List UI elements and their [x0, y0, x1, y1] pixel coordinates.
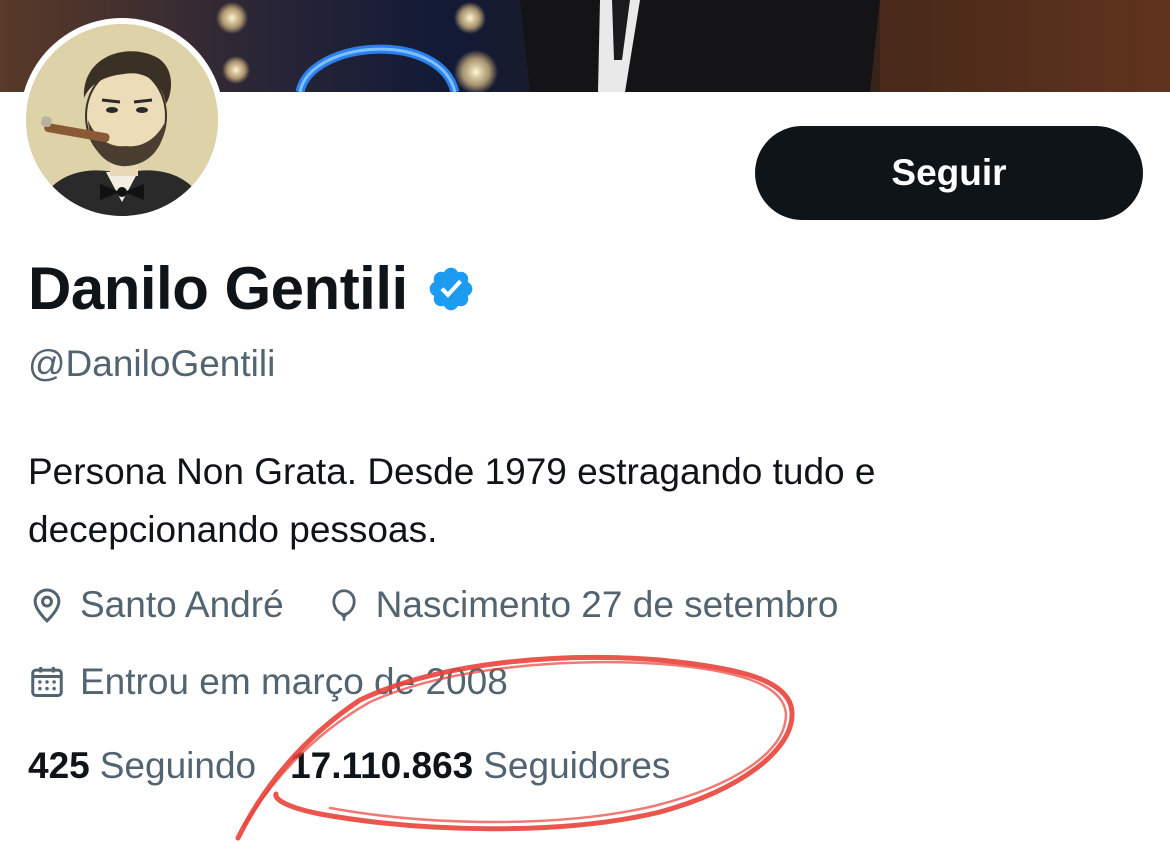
followers-link[interactable]: 17.110.863 Seguidores [290, 745, 670, 787]
location-pin-icon [33, 588, 61, 623]
verified-badge-icon[interactable] [426, 264, 476, 314]
birthday: Nascimento 27 de setembro [326, 584, 839, 626]
join-date: Entrou em março de 2008 [28, 661, 508, 703]
profile-meta-row-joined: Entrou em março de 2008 [28, 661, 550, 703]
calendar-icon [31, 666, 63, 697]
balloon-icon [332, 589, 356, 621]
location-text: Santo André [80, 584, 284, 625]
profile-meta-row: Santo André Nascimento 27 de setembro [28, 584, 880, 626]
followers-count: 17.110.863 [290, 745, 474, 786]
bio: Persona Non Grata. Desde 1979 estragando… [28, 451, 876, 550]
following-count: 425 [28, 745, 90, 786]
followers-label: Seguidores [483, 745, 671, 786]
follow-stats: 425 Seguindo 17.110.863 Seguidores [28, 745, 704, 787]
avatar[interactable] [20, 18, 224, 222]
name-row: Danilo Gentili [28, 254, 476, 323]
following-link[interactable]: 425 Seguindo [28, 745, 256, 787]
user-handle: @DaniloGentili [28, 343, 276, 384]
location: Santo André [28, 584, 284, 626]
following-label: Seguindo [99, 745, 257, 786]
display-name: Danilo Gentili [28, 255, 408, 322]
birthday-text: Nascimento 27 de setembro [375, 584, 839, 625]
follow-button[interactable]: Seguir [755, 126, 1143, 220]
avatar-image [26, 24, 218, 216]
join-date-text: Entrou em março de 2008 [80, 661, 508, 702]
